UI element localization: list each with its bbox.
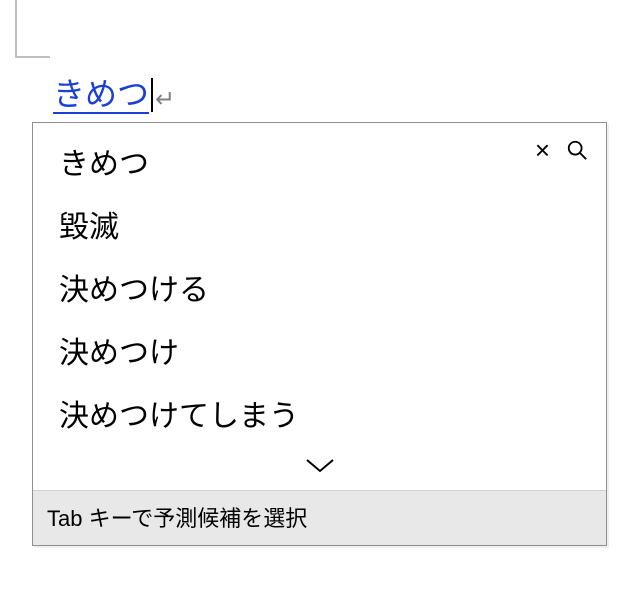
candidate-list: × きめつ 毀滅 決めつける 決めつけ 決めつけてしまう [33,123,606,490]
candidate-item[interactable]: 決めつける [33,259,606,322]
hint-bar: Tab キーで予測候補を選択 [33,490,606,545]
candidate-tools: × [535,137,588,163]
chevron-down-icon [303,454,337,476]
page-margin-corner [15,0,50,58]
search-icon[interactable] [566,139,588,161]
expand-candidates[interactable] [33,448,606,486]
paragraph-mark: ↵ [155,88,175,114]
composition-text[interactable]: きめつ [53,78,149,114]
ime-candidate-window: × きめつ 毀滅 決めつける 決めつけ 決めつけてしまう [32,122,607,546]
composition-line[interactable]: きめつ ↵ [53,74,175,114]
candidate-item[interactable]: きめつ [33,133,606,196]
close-icon[interactable]: × [535,137,550,163]
candidate-item[interactable]: 決めつけ [33,322,606,385]
candidate-item[interactable]: 決めつけてしまう [33,385,606,448]
candidate-item[interactable]: 毀滅 [33,196,606,259]
text-caret [151,78,153,112]
ime-screenshot: きめつ ↵ × きめつ 毀滅 決めつける 決めつけ 決めつけてしまう [0,0,640,592]
